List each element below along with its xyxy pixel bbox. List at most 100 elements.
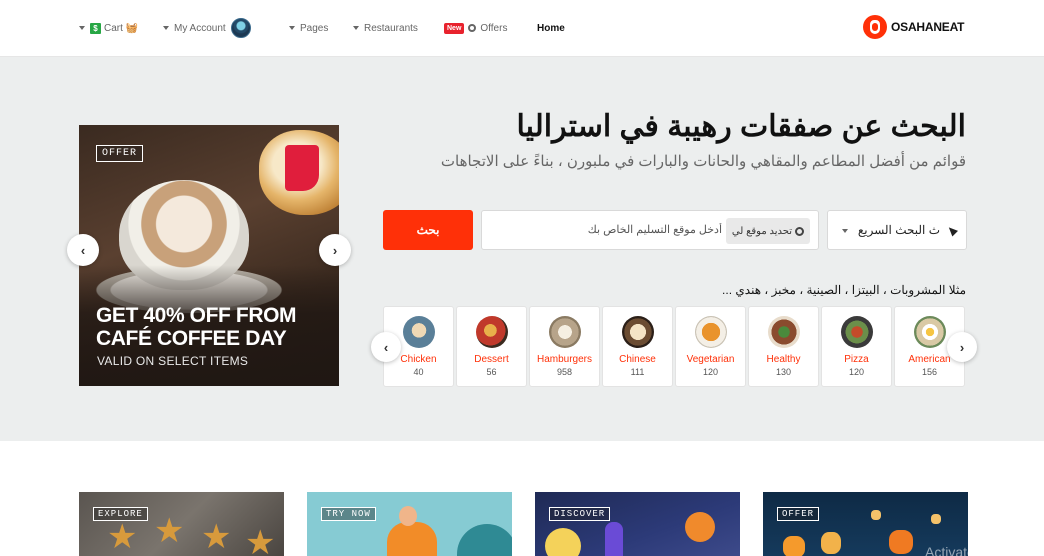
hero-section: OFFER GET 40% OFF FROM CAFÉ COFFEE DAY V…: [0, 57, 1044, 441]
search-type-value: ث البحث السريع: [857, 223, 940, 237]
locate-me-label: تحديد موقع لي: [731, 225, 792, 237]
star-icon: ★: [107, 518, 138, 556]
category-card-hamburgers[interactable]: Hamburgers 958: [529, 306, 600, 387]
category-name: Pizza: [844, 354, 869, 365]
category-name: Vegetarian: [686, 354, 735, 365]
category-name: Chicken: [400, 354, 437, 365]
nav-pages[interactable]: Pages: [289, 19, 328, 37]
top-navbar: $ Cart 🧺 My Account Pages Restaurants Ne…: [0, 0, 1044, 57]
category-image: [402, 316, 435, 348]
logo-icon: [863, 15, 887, 39]
moon-illustration: [545, 528, 581, 556]
chevron-right-icon: ›: [959, 339, 965, 355]
promo-headline-line2: CAFÉ COFFEE DAY: [96, 327, 287, 350]
nav-pages-label: Pages: [300, 22, 329, 34]
new-badge: New: [444, 22, 465, 34]
category-name: Hamburgers: [536, 354, 593, 365]
category-card-chinese[interactable]: Chinese 111: [602, 306, 673, 387]
category-count: 156: [921, 367, 938, 377]
categories-prev-button[interactable]: ‹: [371, 332, 401, 362]
lantern-icon: [821, 532, 841, 554]
person-head: [399, 506, 417, 526]
category-card-vegetarian[interactable]: Vegetarian 120: [675, 306, 746, 387]
nav-offers[interactable]: New Offers: [444, 19, 507, 37]
offer-card-tag: TRY NOW: [321, 507, 376, 521]
nav-cart[interactable]: $ Cart 🧺: [79, 19, 138, 37]
promo-banner[interactable]: OFFER GET 40% OFF FROM CAFÉ COFFEE DAY V…: [79, 125, 339, 386]
category-image: [548, 316, 581, 348]
chevron-down-icon: [289, 26, 295, 30]
promo-subline: VALID ON SELECT ITEMS: [97, 354, 249, 368]
category-name: American: [908, 354, 951, 365]
category-image: [767, 316, 800, 348]
chevron-down-icon: [842, 229, 848, 233]
chevron-left-icon: ‹: [80, 242, 86, 258]
person-illustration: [605, 522, 623, 556]
promo-next-button[interactable]: ›: [319, 234, 351, 266]
category-count: 130: [775, 367, 792, 377]
lantern-icon: [931, 514, 941, 524]
category-card-dessert[interactable]: Dessert 56: [456, 306, 527, 387]
category-name: Dessert: [474, 354, 509, 365]
chevron-right-icon: ›: [332, 242, 338, 258]
search-box: تحديد موقع لي: [481, 210, 819, 250]
lantern-icon: [871, 510, 881, 520]
category-image: [840, 316, 873, 348]
category-image: [694, 316, 727, 348]
offer-card-discover[interactable]: DISCOVER: [535, 492, 740, 556]
nav-my-account[interactable]: My Account: [163, 18, 251, 38]
logo-text: OSAHANEAT: [891, 20, 965, 34]
promo-prev-button[interactable]: ‹: [67, 234, 99, 266]
chevron-down-icon: [353, 26, 359, 30]
categories-next-button[interactable]: ›: [947, 332, 977, 362]
cafe-logo-icon: [285, 145, 319, 191]
offer-card-tag: OFFER: [777, 507, 820, 521]
category-card-pizza[interactable]: Pizza 120: [821, 306, 892, 387]
crosshair-icon: [795, 226, 804, 236]
basket-icon: 🧺: [125, 22, 139, 34]
category-count: 120: [702, 367, 719, 377]
promo-headline: GET 40% OFF FROM CAFÉ COFFEE DAY: [96, 304, 326, 350]
lantern-icon: [783, 536, 805, 556]
planet-illustration: [685, 512, 715, 542]
category-count: 958: [556, 367, 573, 377]
promo-headline-line1: GET 40% OFF FROM: [96, 304, 297, 327]
offer-icon: [468, 24, 477, 32]
category-image: [621, 316, 654, 348]
category-carousel: Chicken 40 Dessert 56 Hamburgers 958 Chi…: [383, 306, 967, 387]
search-type-select[interactable]: ث البحث السريع: [827, 210, 967, 250]
brand-logo[interactable]: OSAHANEAT: [863, 15, 965, 39]
chevron-down-icon: [79, 26, 85, 30]
hero-subtitle: قوائم من أفضل المطاعم والمقاهي والحانات …: [440, 153, 966, 170]
star-icon: ★: [201, 518, 232, 556]
locate-me-button[interactable]: تحديد موقع لي: [725, 218, 810, 244]
category-card-healthy[interactable]: Healthy 130: [748, 306, 819, 387]
offer-card-explore[interactable]: ★ ★ ★ ★ EXPLORE: [79, 492, 284, 556]
star-icon: ★: [245, 524, 276, 556]
person-illustration: [387, 522, 437, 556]
search-button[interactable]: بحث: [383, 210, 473, 250]
search-examples: مثلا المشروبات ، البيتزا ، الصينية ، مخب…: [722, 283, 966, 297]
hero-title: البحث عن صفقات رهيبة في استراليا: [516, 110, 966, 143]
promo-tag: OFFER: [96, 145, 144, 162]
category-image: [913, 316, 946, 348]
category-image: [475, 316, 508, 348]
chevron-down-icon: [163, 26, 169, 30]
category-count: 40: [413, 367, 424, 377]
avatar[interactable]: [230, 18, 251, 38]
offer-card-try-now[interactable]: TRY NOW: [307, 492, 512, 556]
plant-illustration: [457, 524, 512, 556]
chevron-left-icon: ‹: [383, 339, 389, 355]
category-name: Chinese: [619, 354, 656, 365]
nav-home[interactable]: Home: [537, 19, 565, 37]
cart-badge: $: [90, 22, 101, 34]
nav-restaurants[interactable]: Restaurants: [353, 19, 418, 37]
nav-account-label: My Account: [174, 22, 226, 34]
nav-offers-label: Offers: [480, 22, 508, 34]
offer-card-tag: DISCOVER: [549, 507, 611, 521]
os-activation-watermark: Activate Wind: [925, 544, 1011, 556]
category-name: Healthy: [766, 354, 801, 365]
delivery-location-input[interactable]: [486, 215, 722, 245]
category-count: 120: [848, 367, 865, 377]
star-icon: ★: [154, 512, 185, 550]
